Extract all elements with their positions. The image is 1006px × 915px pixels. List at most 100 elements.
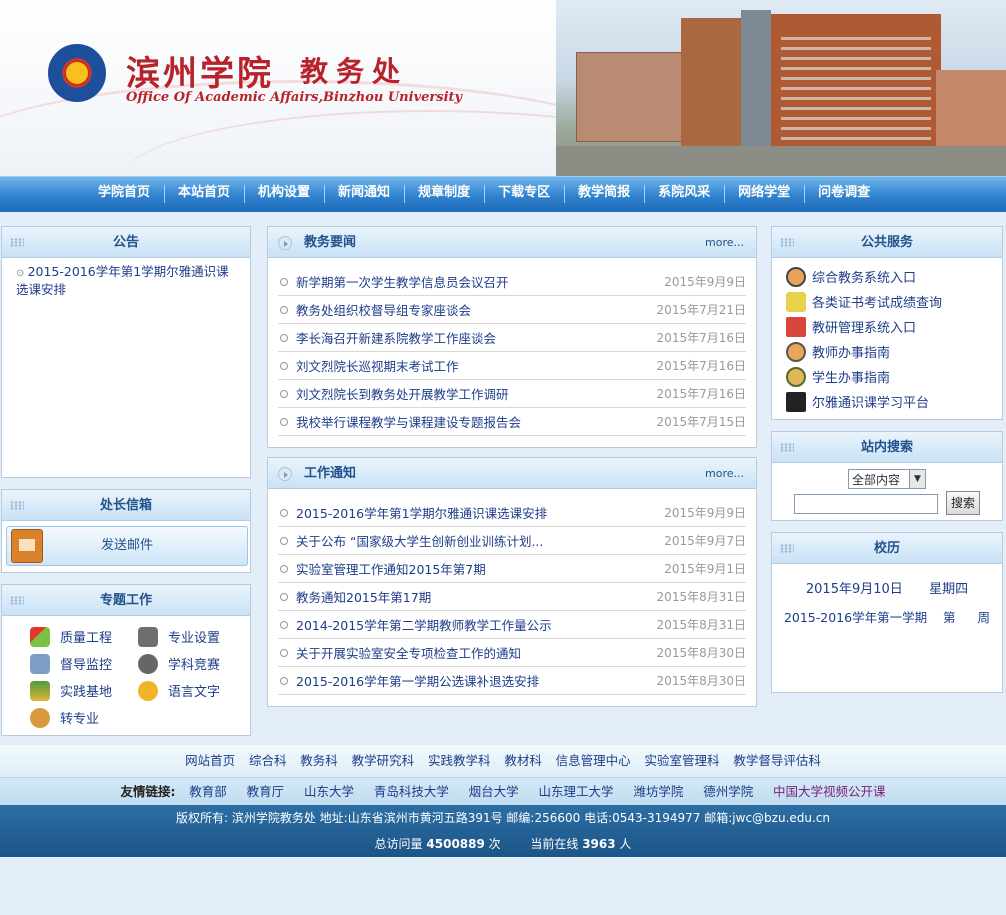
topic-quality-project[interactable]: 质量工程 — [30, 626, 138, 647]
work-more-link[interactable]: more... — [705, 458, 744, 489]
nav-item-regulations[interactable]: 规章制度 — [404, 177, 484, 212]
announcement-title: 公告 — [112, 235, 139, 250]
nav-item-downloads[interactable]: 下载专区 — [484, 177, 564, 212]
search-scope-select[interactable]: 全部内容 ▼ — [848, 469, 926, 489]
nav-item-news[interactable]: 新闻通知 — [324, 177, 404, 212]
friend-link[interactable]: 教育厅 — [247, 784, 285, 799]
bullet-icon — [280, 536, 288, 545]
major-setting-icon — [138, 626, 158, 647]
nav-item-bulletin[interactable]: 教学简报 — [564, 177, 644, 212]
dept-name-cn: 教务处 — [300, 55, 409, 88]
calendar-week-prefix: 第 — [943, 610, 956, 625]
bullet-icon — [280, 564, 288, 573]
header-dots-icon — [10, 596, 24, 605]
bullet-icon — [280, 361, 288, 370]
service-research-system[interactable]: 教研管理系统入口 — [786, 314, 1002, 339]
notice-item[interactable]: 2015-2016学年第1学期尔雅通识课选课安排 2015年9月9日 — [278, 499, 746, 527]
mailbox-icon — [11, 529, 43, 563]
topic-competition[interactable]: 学科竞赛 — [138, 653, 246, 674]
friend-link[interactable]: 潍坊学院 — [633, 784, 683, 799]
copyright-text: 版权所有: 滨州学院教务处 地址:山东省滨州市黄河五路391号 邮编:25660… — [175, 811, 831, 825]
bullet-icon — [280, 277, 288, 286]
news-panel: 教务要闻 more... 新学期第一次学生教学信息员会议召开 2015年9月9日 … — [267, 226, 757, 448]
friend-link[interactable]: 山东理工大学 — [539, 784, 614, 799]
bullet-icon — [280, 389, 288, 398]
teacher-icon — [786, 341, 806, 362]
footer-link[interactable]: 信息管理中心 — [556, 753, 631, 768]
announcement-panel: 公告 ⊙ 2015-2016学年第1学期尔雅通识课选课安排 — [1, 226, 251, 478]
news-item[interactable]: 刘文烈院长巡视期末考试工作 2015年7月16日 — [278, 352, 746, 380]
erya-logo-icon — [786, 391, 806, 412]
notice-item[interactable]: 关于公布 “国家级大学生创新创业训练计划... 2015年9月7日 — [278, 527, 746, 555]
footer-link[interactable]: 教学督导评估科 — [733, 753, 821, 768]
supervision-icon — [30, 653, 50, 674]
nav-item-online-school[interactable]: 网络学堂 — [724, 177, 804, 212]
friend-links-label: 友情链接: — [120, 784, 176, 799]
send-mail-label: 发送邮件 — [100, 538, 153, 553]
service-certificate-query[interactable]: 各类证书考试成绩查询 — [786, 289, 1002, 314]
topic-practice-base[interactable]: 实践基地 — [30, 680, 138, 701]
nav-item-site-home[interactable]: 本站首页 — [164, 177, 244, 212]
transfer-major-icon — [30, 707, 50, 728]
header-dots-icon — [10, 501, 24, 510]
bullet-icon — [280, 508, 288, 517]
work-title: 工作通知 — [304, 466, 357, 481]
service-academic-system[interactable]: 综合教务系统入口 — [786, 264, 1002, 289]
topic-supervision[interactable]: 督导监控 — [30, 653, 138, 674]
notice-item[interactable]: 实验室管理工作通知2015年第7期 2015年9月1日 — [278, 555, 746, 583]
friend-link[interactable]: 青岛科技大学 — [374, 784, 449, 799]
news-item[interactable]: 我校举行课程教学与课程建设专题报告会 2015年7月15日 — [278, 408, 746, 436]
service-teacher-guide[interactable]: 教师办事指南 — [786, 339, 1002, 364]
nav-item-organization[interactable]: 机构设置 — [244, 177, 324, 212]
header-banner: 滨州学院 教务处 Office Of Academic Affairs,Binz… — [0, 0, 1006, 176]
topics-panel: 专题工作 质量工程 专业设置 督导监控 学科竞赛 实践基地 语言文字 转专业 — [1, 584, 251, 736]
news-item[interactable]: 新学期第一次学生教学信息员会议召开 2015年9月9日 — [278, 268, 746, 296]
footer-link[interactable]: 网站首页 — [185, 753, 235, 768]
search-input[interactable] — [794, 494, 938, 514]
search-button[interactable]: 搜索 — [946, 491, 980, 515]
topic-language[interactable]: 语言文字 — [138, 680, 246, 701]
announcement-link[interactable]: 2015-2016学年第1学期尔雅通识课选课安排 — [16, 264, 229, 297]
play-circle-icon — [278, 236, 292, 250]
nav-item-survey[interactable]: 问卷调查 — [804, 177, 884, 212]
school-calendar-panel: 校历 2015年9月10日 星期四 2015-2016学年第一学期 第 周 — [771, 532, 1003, 693]
news-more-link[interactable]: more... — [705, 227, 744, 258]
nav-item-departments[interactable]: 系院风采 — [644, 177, 724, 212]
bullet-icon: ⊙ — [16, 268, 28, 279]
bullet-icon — [280, 417, 288, 426]
friend-link-highlight[interactable]: 中国大学视频公开课 — [773, 784, 886, 799]
campus-building-photo — [556, 0, 1006, 176]
friend-link[interactable]: 教育部 — [189, 784, 227, 799]
friend-link[interactable]: 山东大学 — [304, 784, 354, 799]
bullet-icon — [280, 305, 288, 314]
dept-name-en: Office Of Academic Affairs,Binzhou Unive… — [126, 90, 463, 105]
notice-item[interactable]: 关于开展实验室安全专项检查工作的通知 2015年8月30日 — [278, 639, 746, 667]
header-dots-icon — [780, 443, 794, 452]
send-mail-button[interactable]: 发送邮件 — [6, 526, 248, 566]
news-item[interactable]: 刘文烈院长到教务处开展教学工作调研 2015年7月16日 — [278, 380, 746, 408]
footer-link[interactable]: 实践教学科 — [428, 753, 491, 768]
news-item[interactable]: 李长海召开新建系院教学工作座谈会 2015年7月16日 — [278, 324, 746, 352]
header-dots-icon — [780, 544, 794, 553]
footer-link[interactable]: 教务科 — [300, 753, 338, 768]
calendar-title: 校历 — [873, 541, 900, 556]
nav-item-college-home[interactable]: 学院首页 — [84, 177, 164, 212]
notice-item[interactable]: 教务通知2015年第17期 2015年8月31日 — [278, 583, 746, 611]
topic-major-setting[interactable]: 专业设置 — [138, 626, 246, 647]
language-icon — [138, 680, 158, 701]
director-mail-title: 处长信箱 — [99, 498, 152, 513]
footer-link[interactable]: 教学研究科 — [352, 753, 415, 768]
calendar-weekday: 星期四 — [929, 582, 969, 597]
bullet-icon — [280, 676, 288, 685]
friend-link[interactable]: 烟台大学 — [469, 784, 519, 799]
notice-item[interactable]: 2014-2015学年第二学期教师教学工作量公示 2015年8月31日 — [278, 611, 746, 639]
news-item[interactable]: 教务处组织校督导组专家座谈会 2015年7月21日 — [278, 296, 746, 324]
footer-link[interactable]: 教材科 — [504, 753, 542, 768]
friend-link[interactable]: 德州学院 — [703, 784, 753, 799]
notice-item[interactable]: 2015-2016学年第一学期公选课补退选安排 2015年8月30日 — [278, 667, 746, 695]
service-erya-platform[interactable]: 尔雅通识课学习平台 — [786, 389, 1002, 414]
footer-link[interactable]: 综合科 — [249, 753, 287, 768]
footer-link[interactable]: 实验室管理科 — [645, 753, 720, 768]
topic-transfer-major[interactable]: 转专业 — [30, 707, 138, 728]
service-student-guide[interactable]: 学生办事指南 — [786, 364, 1002, 389]
